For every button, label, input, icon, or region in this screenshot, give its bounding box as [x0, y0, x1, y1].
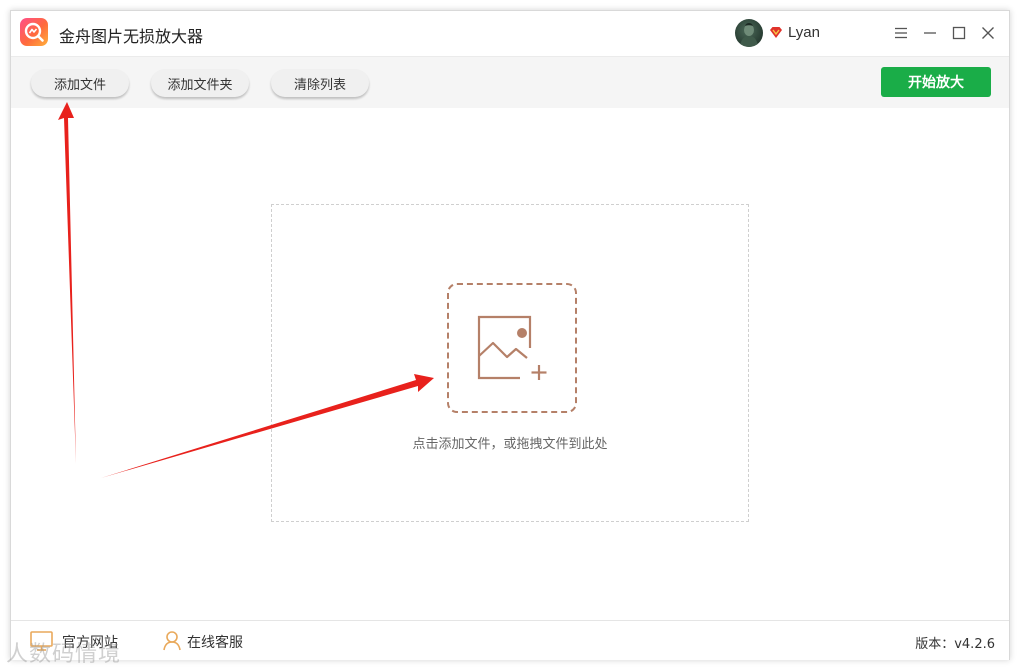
main-area: 点击添加文件，或拖拽文件到此处	[11, 108, 1009, 620]
user-avatar[interactable]	[735, 19, 763, 47]
start-enlarge-button[interactable]: 开始放大	[881, 67, 991, 97]
online-support-link[interactable]: 在线客服	[187, 632, 243, 652]
toolbar: 添加文件 添加文件夹 清除列表 开始放大	[11, 56, 1009, 109]
username[interactable]: Lyan	[788, 24, 820, 41]
close-icon[interactable]	[976, 21, 1000, 45]
maximize-icon[interactable]	[947, 21, 971, 45]
image-add-icon	[477, 315, 547, 380]
app-logo-icon	[20, 18, 48, 46]
minimize-icon[interactable]	[918, 21, 942, 45]
clear-list-button[interactable]: 清除列表	[271, 69, 369, 97]
hamburger-menu-icon[interactable]	[889, 21, 913, 45]
app-window: 金舟图片无损放大器 Lyan 添加文件 添加文件夹 清除列表 开始放大 点击添加…	[10, 10, 1010, 660]
version-label: 版本：v4.2.6	[915, 637, 995, 652]
add-folder-button[interactable]: 添加文件夹	[151, 69, 249, 97]
upload-image-button[interactable]	[447, 283, 577, 413]
vip-diamond-icon	[770, 27, 782, 38]
drop-hint-text: 点击添加文件，或拖拽文件到此处	[412, 437, 608, 452]
app-title: 金舟图片无损放大器	[59, 27, 204, 46]
status-bar: 官方网站 在线客服 版本：v4.2.6	[11, 620, 1009, 660]
title-bar: 金舟图片无损放大器 Lyan	[11, 11, 1009, 56]
add-file-button[interactable]: 添加文件	[31, 69, 129, 97]
watermark-text: 人数码情境	[6, 642, 122, 667]
drop-zone[interactable]: 点击添加文件，或拖拽文件到此处	[271, 204, 749, 522]
customer-service-icon[interactable]	[161, 629, 183, 651]
